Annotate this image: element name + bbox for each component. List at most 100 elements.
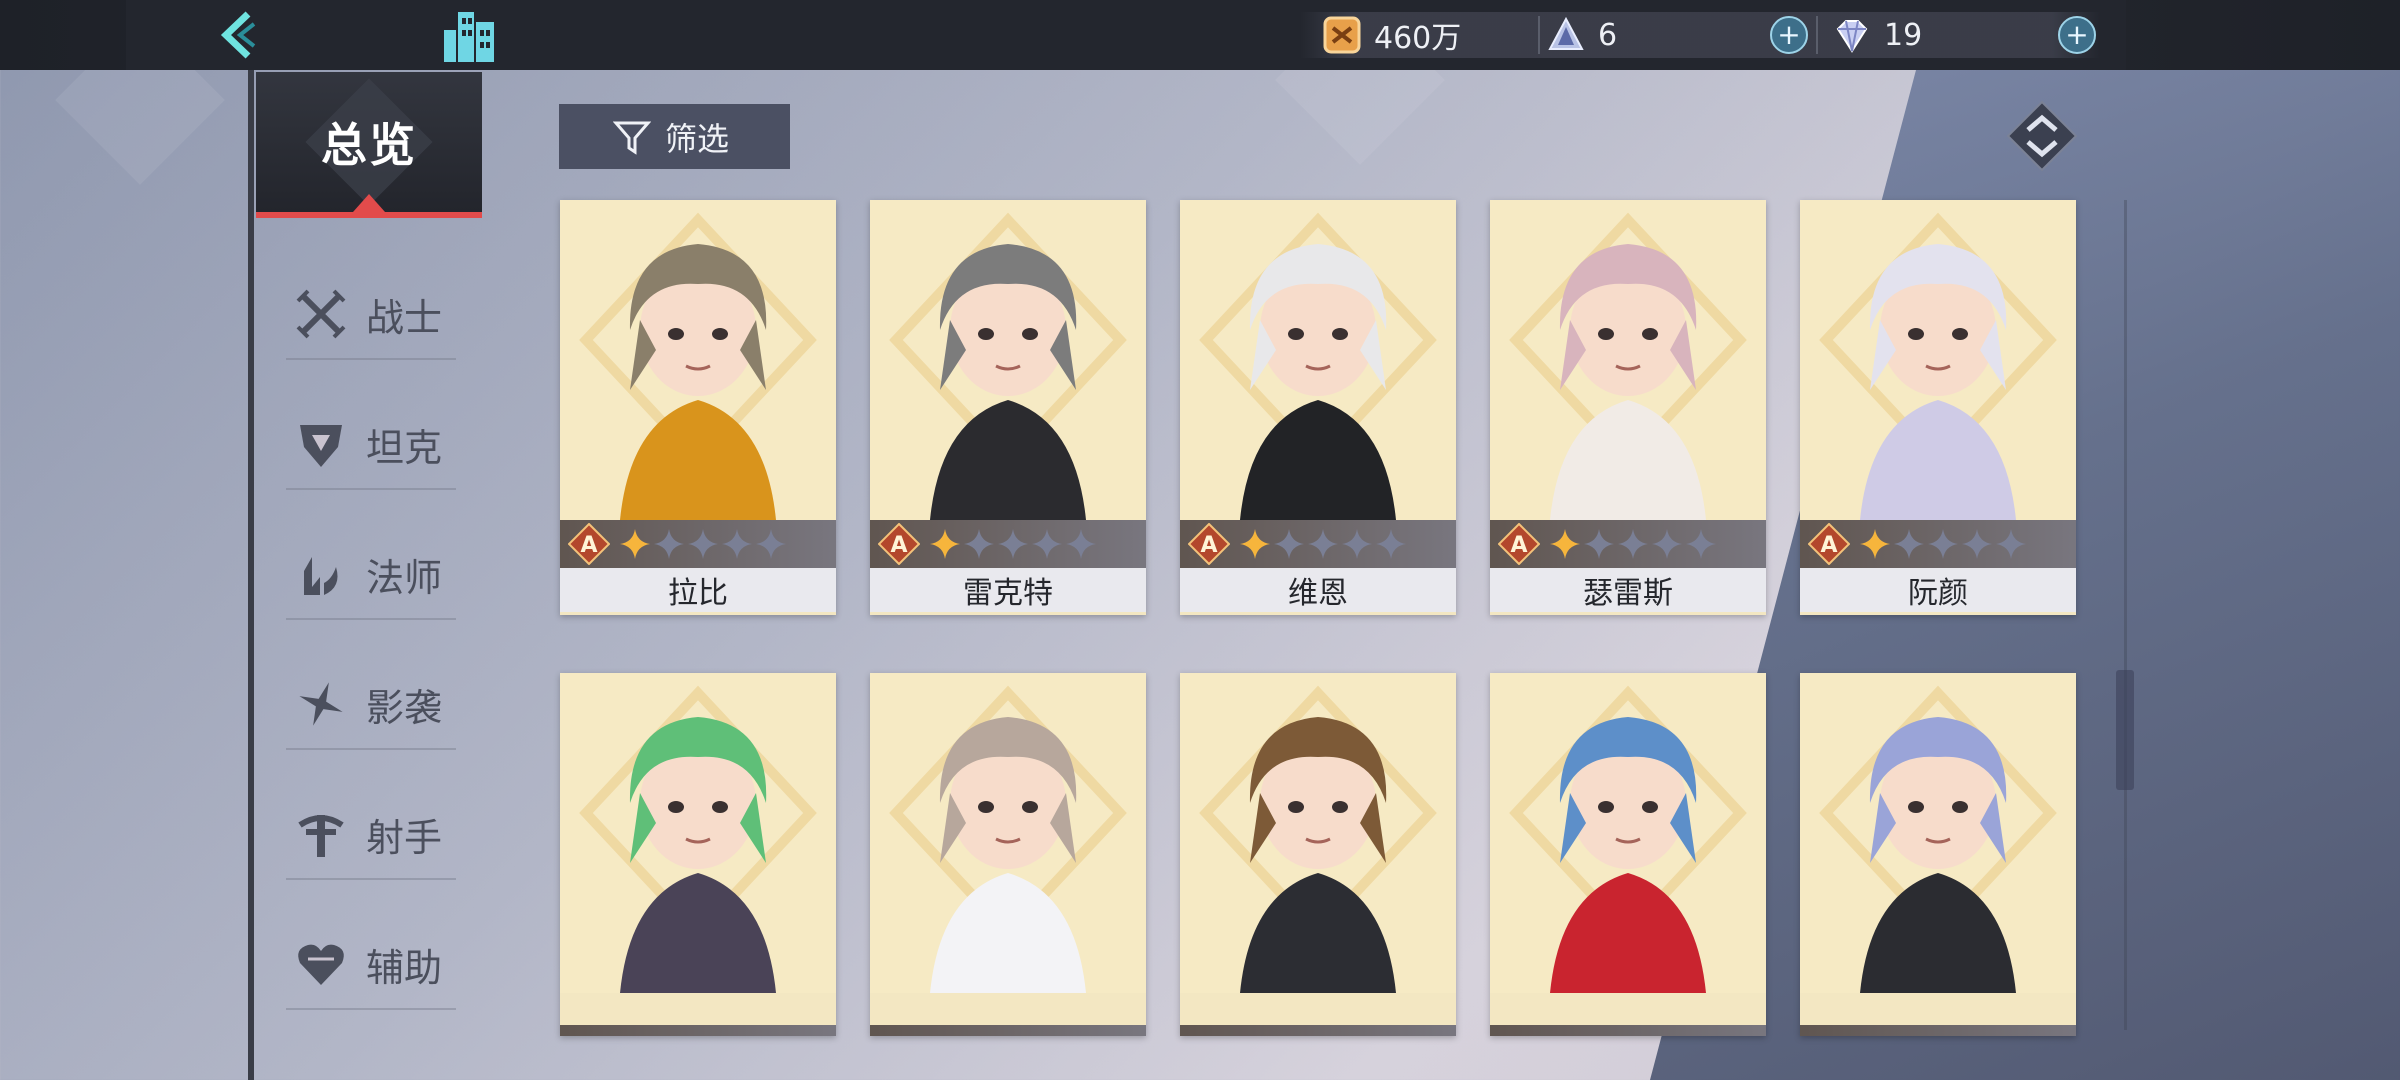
star-empty-icon xyxy=(1928,529,1958,559)
star-empty-icon xyxy=(722,529,752,559)
star-filled-icon xyxy=(620,529,650,559)
hero-card[interactable]: A 拉比 xyxy=(560,200,836,615)
star-empty-icon xyxy=(1376,529,1406,559)
separator xyxy=(1816,16,1818,54)
hero-name: 雷克特 xyxy=(870,568,1146,612)
filter-button[interactable]: 筛选 xyxy=(559,104,790,169)
rarity-strip xyxy=(870,1025,1146,1036)
filter-label: 筛选 xyxy=(665,119,730,158)
rarity-strip xyxy=(1490,1025,1766,1036)
gold-coin-icon xyxy=(1323,16,1361,54)
hero-card[interactable]: A 维恩 xyxy=(1180,200,1456,615)
nav-item-mage[interactable]: 法师 xyxy=(286,530,456,620)
back-button[interactable] xyxy=(210,6,270,64)
star-empty-icon xyxy=(1962,529,1992,559)
hero-name: 拉比 xyxy=(560,568,836,612)
hero-card[interactable] xyxy=(560,673,836,1036)
heart-icon xyxy=(298,944,344,985)
star-empty-icon xyxy=(1996,529,2026,559)
nav-item-support[interactable]: 辅助 xyxy=(286,920,456,1010)
hero-portrait xyxy=(870,200,1146,520)
gold-resource: 460万 xyxy=(1322,13,1461,57)
grade-letter: A xyxy=(1200,533,1217,558)
star-empty-icon xyxy=(1032,529,1062,559)
star-empty-icon xyxy=(964,529,994,559)
grade-letter: A xyxy=(580,533,597,558)
plus-icon: + xyxy=(1777,18,1801,51)
nav-item-label: 射手 xyxy=(366,815,443,860)
hero-name: 阮颜 xyxy=(1800,568,2076,612)
gold-amount: 460万 xyxy=(1374,21,1462,56)
grade-letter: A xyxy=(890,533,907,558)
star-filled-icon xyxy=(1240,529,1270,559)
hero-card[interactable] xyxy=(1800,673,2076,1036)
nav-item-assassin[interactable]: 影袭 xyxy=(286,660,456,750)
add-crystals-button[interactable]: + xyxy=(2058,16,2096,54)
nav-divider xyxy=(248,70,254,1080)
diamond-gem-icon xyxy=(1836,20,1868,53)
hero-card[interactable]: A 雷克特 xyxy=(870,200,1146,615)
plus-icon: + xyxy=(2065,18,2089,51)
grade-badge-icon: A xyxy=(1498,523,1540,565)
refresh-swap-icon xyxy=(2006,100,2078,172)
nav-item-label: 辅助 xyxy=(366,945,443,990)
rarity-strip: A xyxy=(870,520,1146,568)
selected-indicator xyxy=(353,194,385,212)
nav-overview-label: 总览 xyxy=(321,118,417,172)
rarity-strip: A xyxy=(560,520,836,568)
hero-card[interactable] xyxy=(870,673,1146,1036)
rarity-strip xyxy=(1180,1025,1456,1036)
star-empty-icon xyxy=(998,529,1028,559)
star-empty-icon xyxy=(1652,529,1682,559)
star-filled-icon xyxy=(1550,529,1580,559)
nav-item-label: 影袭 xyxy=(366,685,443,730)
nav-item-label: 坦克 xyxy=(366,425,443,470)
nav-item-label: 法师 xyxy=(366,555,443,600)
star-empty-icon xyxy=(1894,529,1924,559)
hero-card[interactable]: A 阮颜 xyxy=(1800,200,2076,615)
back-arrow-icon xyxy=(220,11,256,59)
star-empty-icon xyxy=(1308,529,1338,559)
hero-portrait xyxy=(1800,200,2076,520)
star-empty-icon xyxy=(688,529,718,559)
hero-portrait xyxy=(1180,200,1456,520)
grade-badge-icon: A xyxy=(878,523,920,565)
grade-letter: A xyxy=(1510,533,1527,558)
star-empty-icon xyxy=(1618,529,1648,559)
crossbow-icon xyxy=(298,815,344,857)
hero-card[interactable]: A 瑟雷斯 xyxy=(1490,200,1766,615)
hero-card[interactable] xyxy=(1180,673,1456,1036)
shuriken-icon xyxy=(299,682,343,726)
funnel-icon xyxy=(613,121,651,155)
star-filled-icon xyxy=(1860,529,1890,559)
nav-item-warrior[interactable]: 战士 xyxy=(286,270,456,360)
rarity-strip: A xyxy=(1490,520,1766,568)
ticket-resource: 6 xyxy=(1546,13,1617,57)
hero-card[interactable] xyxy=(1490,673,1766,1036)
nav-tab-overview[interactable]: 总览 xyxy=(256,72,482,218)
hero-portrait xyxy=(870,673,1146,993)
star-empty-icon xyxy=(756,529,786,559)
rarity-strip xyxy=(1800,1025,2076,1036)
crossed-swords-icon xyxy=(296,289,346,339)
swap-view-button[interactable] xyxy=(2006,100,2078,172)
nav-item-label: 战士 xyxy=(366,295,443,340)
add-tickets-button[interactable]: + xyxy=(1770,16,1808,54)
nav-item-marksman[interactable]: 射手 xyxy=(286,790,456,880)
hero-name: 瑟雷斯 xyxy=(1490,568,1766,612)
mage-flame-icon xyxy=(304,557,338,595)
scrollbar-track xyxy=(2124,200,2127,1030)
city-button[interactable] xyxy=(440,4,500,66)
scrollbar-thumb[interactable] xyxy=(2116,670,2134,790)
star-empty-icon xyxy=(1584,529,1614,559)
nav-item-tank[interactable]: 坦克 xyxy=(286,400,456,490)
grade-letter: A xyxy=(1820,533,1837,558)
rarity-strip: A xyxy=(1800,520,2076,568)
star-empty-icon xyxy=(1342,529,1372,559)
grade-badge-icon: A xyxy=(1188,523,1230,565)
star-empty-icon xyxy=(654,529,684,559)
hero-portrait xyxy=(560,200,836,520)
hero-portrait xyxy=(560,673,836,993)
hero-portrait xyxy=(1180,673,1456,993)
top-bar: 460万 6 + 19 + xyxy=(0,0,2400,70)
